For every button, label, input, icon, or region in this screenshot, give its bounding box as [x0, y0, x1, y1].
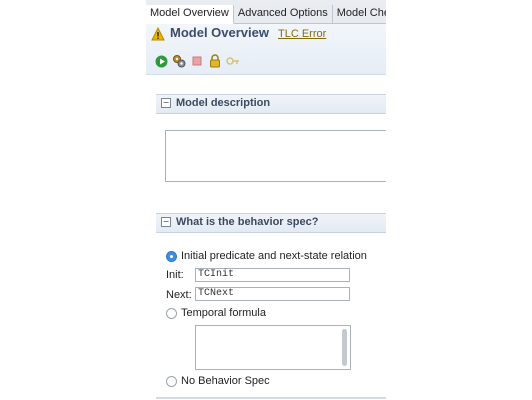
no-behavior-spec-option[interactable]: No Behavior Spec: [166, 375, 270, 387]
init-next-label: Initial predicate and next-state relatio…: [181, 250, 367, 262]
init-field[interactable]: TCInit: [195, 268, 350, 282]
no-behavior-spec-radio[interactable]: [166, 375, 177, 387]
section-divider: [156, 397, 386, 399]
lock-icon[interactable]: [208, 54, 222, 68]
collapse-toggle-icon[interactable]: −: [161, 217, 171, 227]
page-header: Model Overview TLC Error: [146, 24, 386, 75]
tab-advanced-options[interactable]: Advanced Options: [233, 5, 333, 23]
stop-icon[interactable]: [190, 54, 204, 68]
model-description-textarea[interactable]: [165, 130, 386, 182]
temporal-formula-radio[interactable]: [166, 307, 177, 319]
model-description-section-header[interactable]: − Model description: [156, 94, 386, 114]
page-title: Model Overview: [170, 25, 269, 40]
model-editor-panel: Model Overview Advanced Options Model Ch…: [146, 0, 386, 400]
toolbar: [154, 54, 240, 68]
tlc-error-link[interactable]: TLC Error: [278, 28, 326, 40]
init-next-option[interactable]: Initial predicate and next-state relatio…: [166, 250, 367, 262]
behavior-spec-title: What is the behavior spec?: [176, 216, 319, 228]
temporal-formula-textarea[interactable]: [195, 325, 351, 370]
init-label: Init:: [166, 269, 184, 281]
behavior-spec-section-header[interactable]: − What is the behavior spec?: [156, 213, 386, 233]
tab-model-overview[interactable]: Model Overview: [146, 5, 234, 24]
no-behavior-spec-label: No Behavior Spec: [181, 375, 270, 387]
run-icon[interactable]: [154, 54, 168, 68]
editor-tab-bar: Model Overview Advanced Options Model Ch…: [146, 5, 386, 24]
run-options-icon[interactable]: [172, 54, 186, 68]
key-icon[interactable]: [226, 54, 240, 68]
warning-icon: [151, 27, 165, 41]
next-field[interactable]: TCNext: [195, 287, 350, 301]
temporal-formula-label: Temporal formula: [181, 307, 266, 319]
temporal-scrollbar[interactable]: [342, 329, 347, 366]
temporal-formula-option[interactable]: Temporal formula: [166, 307, 266, 319]
collapse-toggle-icon[interactable]: −: [161, 98, 171, 108]
tab-model-checking[interactable]: Model Checking: [332, 5, 386, 23]
model-description-title: Model description: [176, 97, 271, 109]
init-next-radio[interactable]: [166, 250, 177, 262]
next-label: Next:: [166, 289, 192, 301]
